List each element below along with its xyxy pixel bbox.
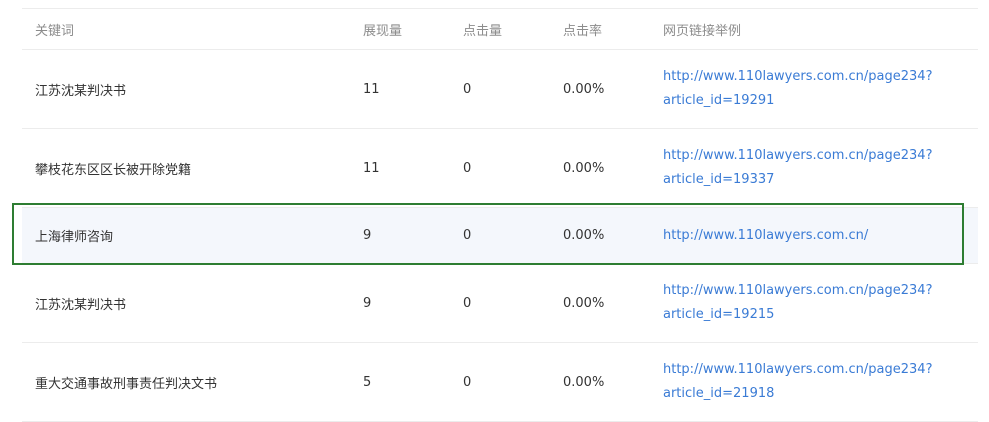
keyword-cell: 攀枝花东区区长被开除党籍 [35,162,192,178]
impressions-cell: 11 [363,81,380,97]
ctr-cell: 0.00% [563,228,605,243]
table-header: 关键词 展现量 点击量 点击率 网页链接举例 [22,9,978,50]
url-cell[interactable]: http://www.110lawyers.com.cn/page234? ar… [650,65,978,113]
ctr-cell: 0.00% [563,160,605,176]
impressions-cell: 9 [363,228,372,243]
clicks-cell: 0 [463,228,472,243]
header-ctr: 点击率 [563,23,603,39]
impressions-cell: 5 [363,374,372,390]
keyword-table: 关键词 展现量 点击量 点击率 网页链接举例 江苏沈某判决书 11 0 0.00… [22,8,978,422]
url-cell[interactable]: http://www.110lawyers.com.cn/page234? ar… [650,279,978,327]
table-row-selected: 上海律师咨询 9 0 0.00% http://www.110lawyers.c… [22,208,978,264]
impressions-cell: 9 [363,295,372,311]
url-link-line2[interactable]: article_id=21918 [663,382,978,406]
table-row: 江苏沈某判决书 9 0 0.00% http://www.110lawyers.… [22,264,978,343]
clicks-cell: 0 [463,295,472,311]
ctr-cell: 0.00% [563,374,605,390]
ctr-cell: 0.00% [563,81,605,97]
url-cell[interactable]: http://www.110lawyers.com.cn/page234? ar… [650,144,978,192]
header-impressions: 展现量 [363,23,403,39]
url-link-line1[interactable]: http://www.110lawyers.com.cn/page234? [663,279,978,303]
clicks-cell: 0 [463,160,472,176]
keyword-cell: 重大交通事故刑事责任判决文书 [35,376,218,392]
keyword-cell: 上海律师咨询 [35,230,114,245]
url-cell[interactable]: http://www.110lawyers.com.cn/ [650,224,978,248]
clicks-cell: 0 [463,374,472,390]
clicks-cell: 0 [463,81,472,97]
url-link-line2[interactable]: article_id=19291 [663,89,978,113]
table-row: 攀枝花东区区长被开除党籍 11 0 0.00% http://www.110la… [22,129,978,208]
header-url-example: 网页链接举例 [663,23,742,39]
impressions-cell: 11 [363,160,380,176]
keyword-cell: 江苏沈某判决书 [35,297,127,313]
url-link-line1[interactable]: http://www.110lawyers.com.cn/page234? [663,144,978,168]
url-cell[interactable]: http://www.110lawyers.com.cn/page234? ar… [650,358,978,406]
ctr-cell: 0.00% [563,295,605,311]
table-row: 重大交通事故刑事责任判决文书 5 0 0.00% http://www.110l… [22,343,978,422]
url-link-line1[interactable]: http://www.110lawyers.com.cn/page234? [663,65,978,89]
header-clicks: 点击量 [463,23,503,39]
url-link-line1[interactable]: http://www.110lawyers.com.cn/ [663,224,978,248]
table-row: 江苏沈某判决书 11 0 0.00% http://www.110lawyers… [22,50,978,129]
keyword-cell: 江苏沈某判决书 [35,83,127,99]
url-link-line1[interactable]: http://www.110lawyers.com.cn/page234? [663,358,978,382]
url-link-line2[interactable]: article_id=19337 [663,168,978,192]
url-link-line2[interactable]: article_id=19215 [663,303,978,327]
header-keyword: 关键词 [35,23,75,39]
